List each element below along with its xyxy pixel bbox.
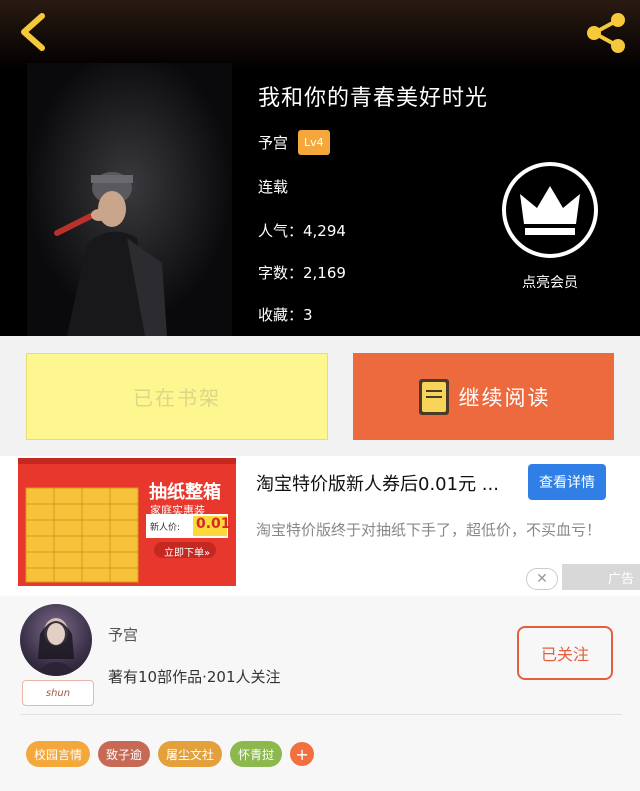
ad-price: 0.01 (196, 516, 231, 532)
author-name[interactable]: 予宫 (258, 132, 288, 153)
ad-image[interactable]: 抽纸整箱 家庭实惠装 新人价: 0.01 立即下单» (18, 458, 236, 586)
share-button[interactable] (582, 10, 630, 56)
author-row: 予宫 Lv4 (258, 130, 330, 155)
author-info: 著有10部作品·201人关注 (108, 668, 281, 686)
book-icon (418, 378, 449, 415)
word-count-text: 字数：2,169 (258, 264, 346, 282)
back-button[interactable] (14, 10, 54, 54)
vip-button[interactable]: 点亮会员 (500, 162, 600, 291)
vip-circle (502, 162, 598, 258)
author-panel-name[interactable]: 予宫 (108, 624, 138, 645)
author-panel: shun 予宫 著有10部作品·201人关注 已关注 校园言情 致子逾 屠尘文社… (0, 596, 640, 791)
level-badge: Lv4 (298, 130, 330, 155)
tag-list: 校园言情 致子逾 屠尘文社 怀青挝 + (26, 741, 315, 767)
ad-order-label: 立即下单» (164, 548, 211, 559)
divider (20, 714, 622, 715)
action-bar: 已在书架 继续阅读 (0, 336, 640, 456)
ad-tag: 广告 (562, 564, 640, 590)
follow-button[interactable]: 已关注 (517, 626, 613, 680)
tag-item[interactable]: 校园言情 (26, 741, 91, 767)
in-shelf-button[interactable]: 已在书架 (26, 353, 328, 440)
book-cover[interactable] (27, 63, 232, 336)
favorites-text: 收藏：3 (258, 306, 313, 324)
ad-title[interactable]: 淘宝特价版新人券后0.01元 ... (256, 470, 499, 496)
continue-reading-button[interactable]: 继续阅读 (353, 353, 614, 440)
header-glow (0, 0, 640, 70)
add-tag-button[interactable]: + (290, 742, 315, 766)
status-text: 连载 (258, 178, 289, 196)
author-name-tag: shun (22, 680, 94, 706)
tag-item[interactable]: 怀青挝 (230, 741, 283, 767)
book-header: 我和你的青春美好时光 予宫 Lv4 连载 人气：4,294 字数：2,169 收… (0, 0, 640, 336)
tag-item[interactable]: 屠尘文社 (158, 741, 223, 767)
crown-icon (520, 186, 580, 235)
vip-label: 点亮会员 (522, 275, 578, 291)
chevron-left-icon (21, 13, 45, 51)
ad-description: 淘宝特价版终于对抽纸下手了，超低价，不买血亏！ (256, 521, 602, 539)
share-icon (587, 13, 625, 53)
ad-image-title: 抽纸整箱 (149, 482, 221, 503)
view-details-button[interactable]: 查看详情 (528, 464, 606, 500)
book-title: 我和你的青春美好时光 (258, 86, 489, 111)
ad-close-button[interactable]: ✕ (526, 568, 558, 590)
ad-price-prefix: 新人价: (150, 523, 181, 533)
popularity-text: 人气：4,294 (258, 222, 346, 240)
continue-reading-label: 继续阅读 (458, 385, 551, 410)
ad-banner[interactable]: 抽纸整箱 家庭实惠装 新人价: 0.01 立即下单» 淘宝特价版新人券后0.01… (0, 456, 640, 596)
tag-item[interactable]: 致子逾 (98, 741, 151, 767)
avatar[interactable] (20, 604, 92, 676)
